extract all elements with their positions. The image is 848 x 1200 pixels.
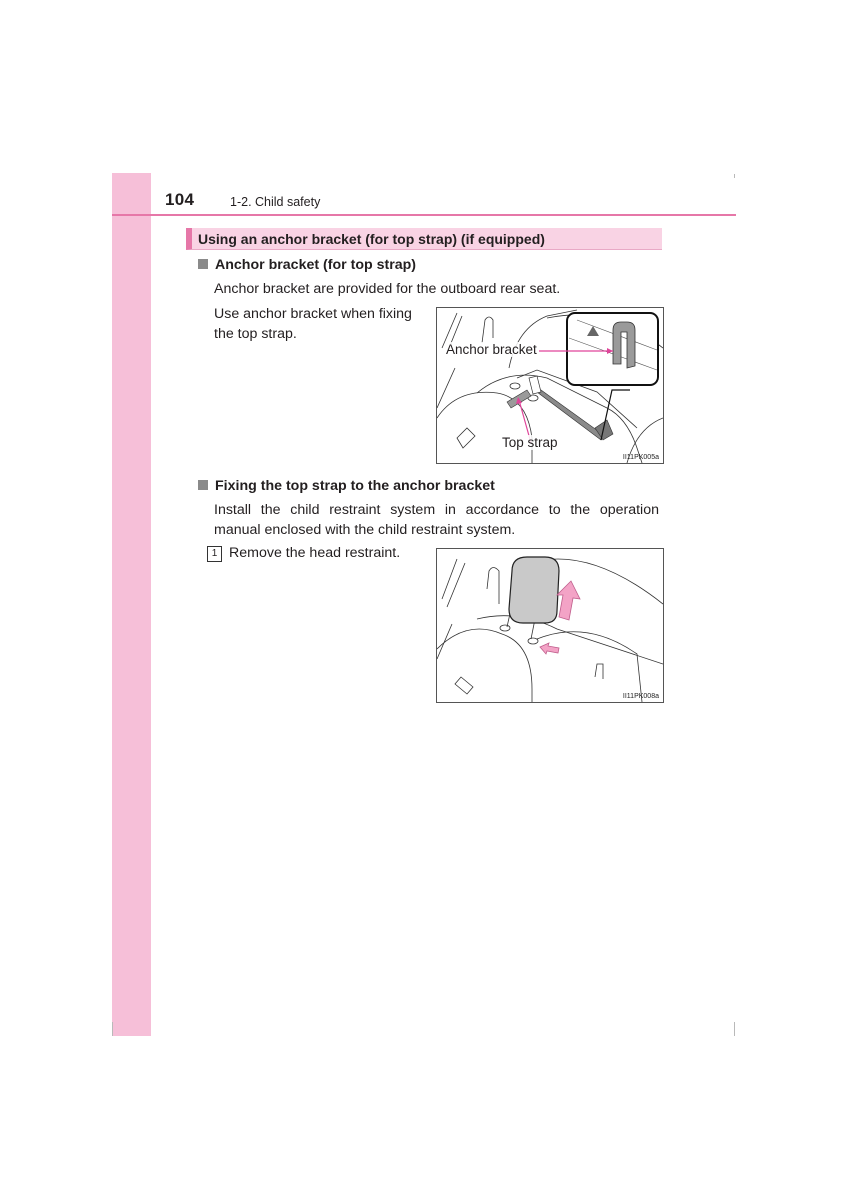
crop-mark [112, 1022, 113, 1036]
crop-mark [734, 174, 735, 178]
paragraph: Install the child restraint system in ac… [214, 502, 659, 518]
head-restraint-removal-illustration: II11PK008a [436, 548, 664, 703]
figure-code: II11PK008a [622, 693, 659, 700]
paragraph: the top strap. [214, 326, 297, 342]
step-text: Remove the head restraint. [229, 545, 401, 561]
page-number: 104 [165, 190, 195, 209]
crop-mark [734, 1022, 735, 1036]
callout-label: Top strap [501, 435, 559, 450]
step-item: 1 Remove the head restraint. [207, 545, 400, 562]
square-bullet-icon [198, 480, 208, 490]
paragraph: Use anchor bracket when fixing [214, 306, 412, 322]
chapter-sidebar-tab [112, 173, 151, 1036]
section-heading-text: Using an anchor bracket (for top strap) … [198, 231, 545, 247]
subsection-heading: Anchor bracket (for top strap) [198, 257, 416, 273]
section-heading: Using an anchor bracket (for top strap) … [186, 228, 662, 250]
step-number-badge: 1 [207, 546, 222, 562]
square-bullet-icon [198, 259, 208, 269]
subsection-heading: Fixing the top strap to the anchor brack… [198, 478, 495, 494]
head-restraint-drawing [437, 556, 663, 702]
callout-label: Anchor bracket [445, 342, 538, 357]
paragraph: manual enclosed with the child restraint… [214, 522, 516, 538]
paragraph: Anchor bracket are provided for the outb… [214, 281, 561, 297]
chapter-title: 1-2. Child safety [230, 195, 321, 209]
header-divider [112, 214, 736, 216]
figure-code: II11PK005a [622, 454, 659, 461]
anchor-bracket-illustration: Anchor bracket Top strap II11PK005a [436, 307, 664, 464]
